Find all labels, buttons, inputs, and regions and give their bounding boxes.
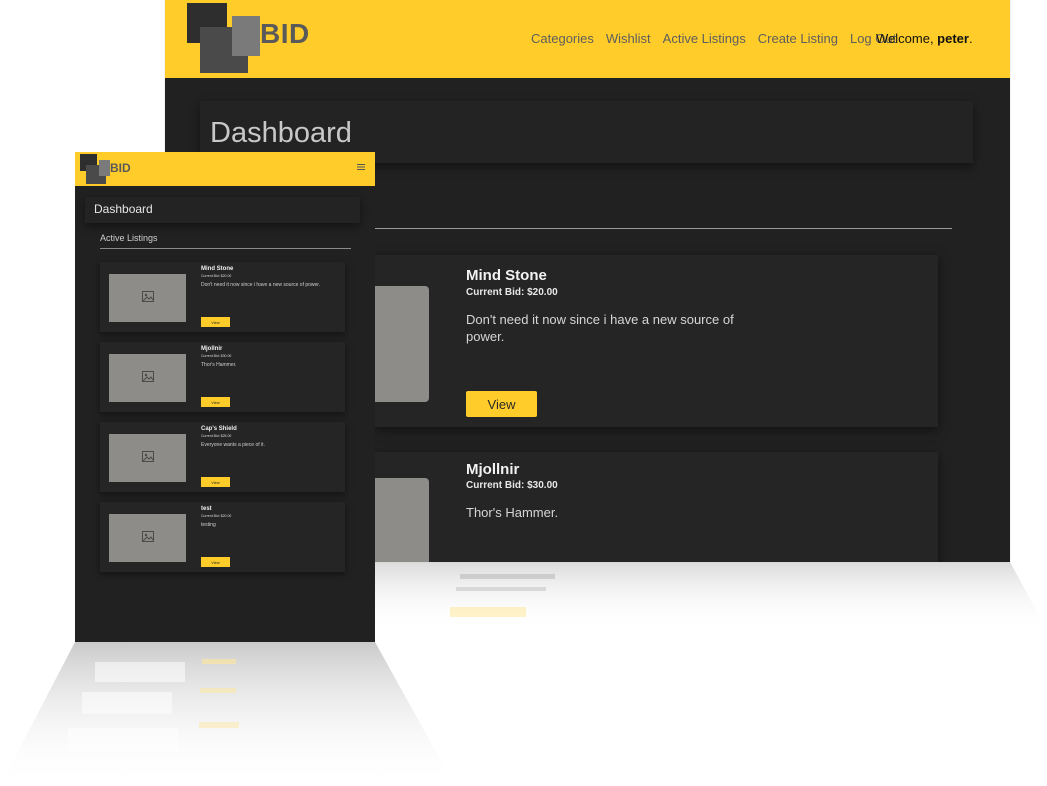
listing-card: Mind Stone Current Bid: $20.00 Don't nee… xyxy=(100,262,345,332)
listing-current-bid: Current Bid: $30.00 xyxy=(466,480,558,491)
listing-title[interactable]: test xyxy=(201,506,212,512)
listing-current-bid: Current Bid: $20.00 xyxy=(201,514,232,518)
image-placeholder-icon xyxy=(141,289,154,307)
view-button[interactable]: View xyxy=(201,317,230,327)
listing-description: Thor's Hammer. xyxy=(201,362,237,368)
listing-card: Cap's Shield Current Bid: $25.00 Everyon… xyxy=(100,422,345,492)
view-button[interactable]: View xyxy=(201,477,230,487)
listing-current-bid: Current Bid: $30.00 xyxy=(201,354,232,358)
listing-current-bid: Current Bid: $25.00 xyxy=(201,434,232,438)
welcome-message: Welcome, peter. xyxy=(876,31,973,46)
welcome-suffix: . xyxy=(968,31,973,46)
image-placeholder-icon xyxy=(141,369,154,387)
section-title: Active Listings xyxy=(100,233,158,243)
welcome-prefix: Welcome, xyxy=(876,31,938,46)
navbar: BID Categories Wishlist Active Listings … xyxy=(165,0,1010,78)
listing-title[interactable]: Cap's Shield xyxy=(201,426,237,432)
listing-image xyxy=(109,354,186,402)
listing-description: Don't need it now since i have a new sou… xyxy=(466,312,734,344)
listing-card: test Current Bid: $20.00 testing View xyxy=(100,502,345,572)
view-button[interactable]: View xyxy=(466,391,537,417)
listing-image xyxy=(109,514,186,562)
brand-name: BID xyxy=(260,18,310,49)
listing-description: testing xyxy=(201,522,216,528)
image-placeholder-icon xyxy=(141,449,154,467)
nav-categories[interactable]: Categories xyxy=(531,31,594,46)
brand-logo[interactable]: BID xyxy=(187,3,310,73)
nav-wishlist[interactable]: Wishlist xyxy=(606,31,651,46)
listing-card: Mind Stone Current Bid: $20.00 Don't nee… xyxy=(365,255,938,427)
listing-image xyxy=(109,274,186,322)
listing-card: Mjollnir Current Bid: $30.00 Thor's Hamm… xyxy=(100,342,345,412)
section-divider xyxy=(100,248,351,249)
listing-title[interactable]: Mjollnir xyxy=(466,461,519,478)
dashboard-header: Dashboard xyxy=(85,197,360,223)
welcome-username: peter xyxy=(937,31,969,46)
nav-create-listing[interactable]: Create Listing xyxy=(758,31,838,46)
mobile-window: BID Dashboard Active Listings Mind Stone… xyxy=(75,152,375,642)
nav-active-listings[interactable]: Active Listings xyxy=(663,31,746,46)
mobile-navbar: BID xyxy=(75,152,375,186)
listing-description: Don't need it now since i have a new sou… xyxy=(201,282,321,288)
page-title: Dashboard xyxy=(94,202,153,216)
listing-title[interactable]: Mjollnir xyxy=(201,346,222,352)
brand-logo[interactable]: BID xyxy=(80,154,140,186)
hamburger-icon[interactable] xyxy=(357,163,367,175)
listing-card: Mjollnir Current Bid: $30.00 Thor's Hamm… xyxy=(365,452,938,562)
listing-description: Thor's Hammer. xyxy=(466,505,559,520)
listing-current-bid: Current Bid: $20.00 xyxy=(466,287,558,298)
view-button[interactable]: View xyxy=(201,397,230,407)
listing-description: Everyone wants a piece of it. xyxy=(201,442,265,448)
view-button[interactable]: View xyxy=(201,557,230,567)
listing-title[interactable]: Mind Stone xyxy=(201,266,233,272)
listing-current-bid: Current Bid: $20.00 xyxy=(201,274,232,278)
brand-name: BID xyxy=(110,161,131,175)
listing-image xyxy=(109,434,186,482)
nav-links: Categories Wishlist Active Listings Crea… xyxy=(531,31,896,46)
image-placeholder-icon xyxy=(141,529,154,547)
page-title: Dashboard xyxy=(210,117,352,149)
listing-title[interactable]: Mind Stone xyxy=(466,267,547,284)
